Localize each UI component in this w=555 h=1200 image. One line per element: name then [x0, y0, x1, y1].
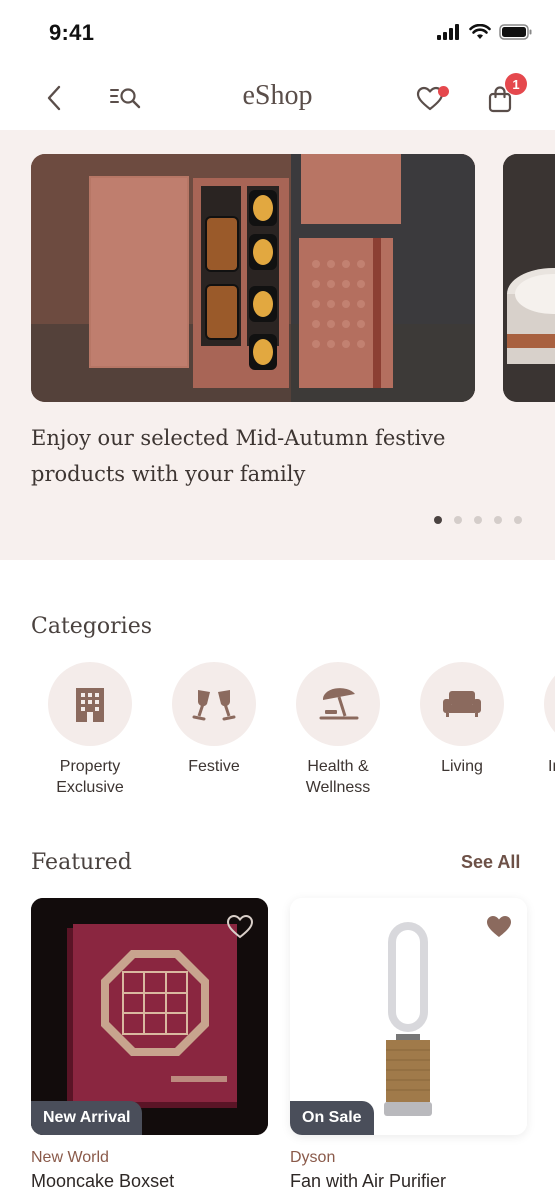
category-partial[interactable]: In [524, 662, 555, 777]
wifi-icon [469, 24, 491, 39]
app-title: eShop [242, 80, 313, 111]
favorite-toggle[interactable] [483, 912, 515, 942]
product-image[interactable]: New Arrival [31, 898, 268, 1135]
carousel-dot[interactable] [494, 516, 502, 524]
category-icon-circle [48, 662, 132, 746]
product-brand: Dyson [290, 1149, 336, 1166]
product-name[interactable]: Fan with Air Purifier [290, 1171, 527, 1192]
notification-dot [438, 86, 449, 97]
carousel-dot[interactable] [474, 516, 482, 524]
hero-caption: Enjoy our selected Mid-Autumn festive pr… [31, 426, 446, 486]
category-icon-circle [544, 662, 555, 746]
sofa-icon [443, 691, 481, 717]
category-label: Health & Wellness [305, 758, 371, 796]
categories-title: Categories [31, 614, 152, 639]
product-image[interactable]: On Sale [290, 898, 527, 1135]
product-name[interactable]: Mooncake Boxset [31, 1171, 268, 1192]
hero-image-next-slide[interactable] [503, 154, 555, 402]
cart-button[interactable]: 1 [480, 73, 527, 118]
category-living[interactable]: Living [400, 662, 524, 777]
category-icon-circle [296, 662, 380, 746]
category-label: Living [441, 758, 483, 775]
battery-icon [499, 24, 532, 40]
category-label: Festive [188, 758, 240, 775]
carousel-dot[interactable] [514, 516, 522, 524]
hero-image-mooncake-gift-box[interactable] [31, 154, 475, 402]
carousel-dot[interactable] [434, 516, 442, 524]
status-bar: 9:41 [0, 0, 555, 66]
mooncake-gift-box-illustration [31, 154, 475, 402]
product-badge: On Sale [290, 1101, 374, 1135]
category-label: In [548, 758, 555, 775]
status-time: 9:41 [49, 20, 95, 45]
cellular-signal-icon [437, 24, 459, 40]
product-badge: New Arrival [31, 1101, 143, 1135]
building-icon [76, 688, 104, 722]
category-festive[interactable]: Festive [152, 662, 276, 777]
cart-count-badge: 1 [505, 73, 527, 95]
next-slide-illustration [503, 154, 555, 402]
product-brand: New World [31, 1149, 109, 1166]
see-all-link[interactable]: See All [461, 852, 520, 873]
beach-umbrella-icon [319, 688, 359, 720]
carousel-pagination[interactable] [434, 516, 522, 524]
toast-glasses-icon [192, 690, 236, 721]
product-card-mooncake[interactable]: New Arrival New World Mooncake Boxset [31, 898, 268, 1192]
heart-outline-icon [226, 914, 254, 939]
category-health-wellness[interactable]: Health & Wellness [276, 662, 400, 798]
featured-title: Featured [31, 850, 132, 875]
category-label: Property Exclusive [56, 758, 124, 796]
categories-list: Property Exclusive Festive Health & Well… [0, 662, 555, 812]
product-card-dyson[interactable]: On Sale Dyson Fan with Air Purifier [290, 898, 527, 1192]
heart-filled-icon [487, 916, 511, 937]
favorites-button[interactable] [410, 80, 450, 118]
favorite-toggle[interactable] [224, 912, 256, 942]
nav-bar: eShop 1 [0, 66, 555, 130]
carousel-dot[interactable] [454, 516, 462, 524]
category-property-exclusive[interactable]: Property Exclusive [28, 662, 152, 798]
hero-banner[interactable]: Enjoy our selected Mid-Autumn festive pr… [0, 130, 555, 560]
category-icon-circle [172, 662, 256, 746]
category-icon-circle [420, 662, 504, 746]
status-icons [437, 24, 533, 40]
